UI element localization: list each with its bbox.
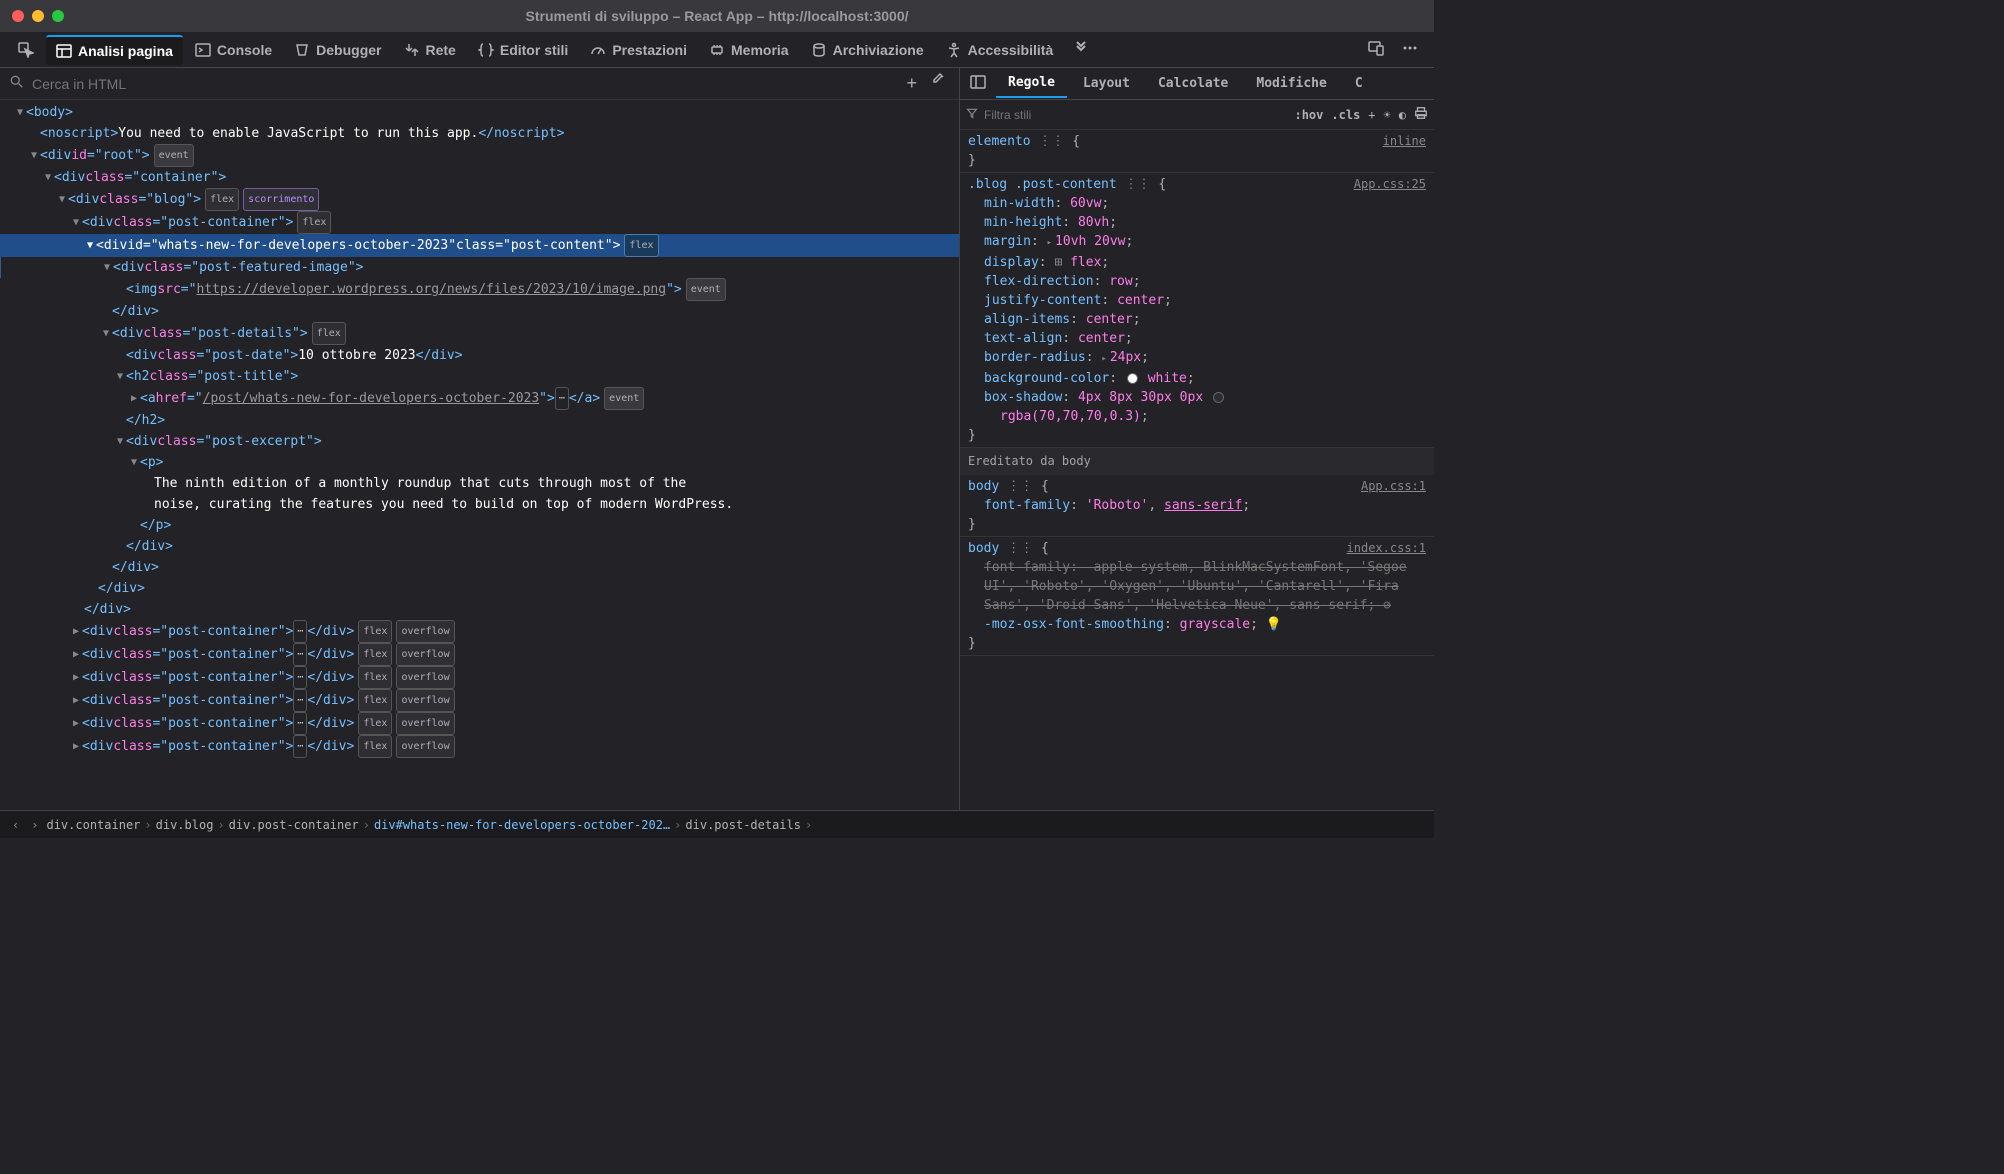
contrast-icon[interactable]: ◐ [1399, 108, 1406, 122]
hov-toggle[interactable]: :hov [1294, 108, 1323, 122]
performance-tab[interactable]: Prestazioni [580, 36, 697, 64]
responsive-mode-button[interactable] [1360, 34, 1392, 65]
layout-tab[interactable]: Layout [1071, 70, 1142, 97]
memory-tab[interactable]: Memoria [699, 36, 799, 64]
accessibility-tab[interactable]: Accessibilità [936, 36, 1064, 64]
network-icon [404, 42, 420, 58]
more-tab[interactable]: C [1343, 70, 1375, 97]
print-icon[interactable] [1414, 106, 1428, 123]
crumb-selected[interactable]: div#whats-new-for-developers-october-202… [374, 818, 670, 832]
network-tab[interactable]: Rete [394, 36, 466, 64]
filter-input[interactable] [984, 108, 1288, 122]
crumb-container[interactable]: div.container [46, 818, 140, 832]
performance-icon [590, 42, 606, 58]
filter-icon [966, 107, 978, 123]
console-icon [195, 42, 211, 58]
search-input[interactable] [28, 72, 898, 96]
inherited-header: Ereditato da body [960, 448, 1434, 475]
toolbar-overflow-button[interactable] [1065, 34, 1097, 65]
inspector-icon [56, 43, 72, 59]
style-editor-tab[interactable]: Editor stili [468, 36, 578, 64]
pick-element-icon [18, 42, 34, 58]
console-tab[interactable]: Console [185, 36, 282, 64]
storage-tab[interactable]: Archiviazione [801, 36, 934, 64]
inspector-tab[interactable]: Analisi pagina [46, 35, 183, 65]
main-area: + ▼<body> <noscript>You need to enable J… [0, 68, 1434, 810]
accessibility-label: Accessibilità [968, 42, 1054, 58]
memory-icon [709, 42, 725, 58]
window-title: Strumenti di sviluppo – React App – http… [526, 8, 909, 24]
breadcrumb-bar: ‹ › div.container › div.blog › div.post-… [0, 810, 1434, 838]
debugger-label: Debugger [316, 42, 381, 58]
maximize-window-button[interactable] [52, 10, 64, 22]
light-mode-icon[interactable]: ☀ [1384, 108, 1391, 122]
rules-tab[interactable]: Regole [996, 69, 1067, 98]
crumb-post-container[interactable]: div.post-container [229, 818, 359, 832]
minimize-window-button[interactable] [32, 10, 44, 22]
add-node-button[interactable]: + [906, 73, 917, 94]
computed-tab[interactable]: Calcolate [1146, 70, 1240, 97]
cls-toggle[interactable]: .cls [1331, 108, 1360, 122]
right-panel: Regole Layout Calcolate Modifiche C :hov… [959, 68, 1434, 810]
changes-tab[interactable]: Modifiche [1244, 70, 1338, 97]
close-window-button[interactable] [12, 10, 24, 22]
storage-icon [811, 42, 827, 58]
network-label: Rete [426, 42, 456, 58]
storage-label: Archiviazione [833, 42, 924, 58]
console-label: Console [217, 42, 272, 58]
rules-content[interactable]: elemento ⋮⋮ {inline } .blog .post-conten… [960, 130, 1434, 810]
performance-label: Prestazioni [612, 42, 687, 58]
inspector-label: Analisi pagina [78, 43, 173, 59]
titlebar: Strumenti di sviluppo – React App – http… [0, 0, 1434, 32]
debugger-icon [294, 42, 310, 58]
search-icon [6, 75, 28, 92]
debugger-tab[interactable]: Debugger [284, 36, 391, 64]
style-editor-label: Editor stili [500, 42, 568, 58]
right-tabs: Regole Layout Calcolate Modifiche C [960, 68, 1434, 100]
main-toolbar: Analisi pagina Console Debugger Rete Edi… [0, 32, 1434, 68]
traffic-lights [12, 10, 64, 22]
search-row: + [0, 68, 959, 100]
crumb-blog[interactable]: div.blog [156, 818, 214, 832]
dom-tree[interactable]: ▼<body> <noscript>You need to enable Jav… [0, 100, 959, 810]
style-editor-icon [478, 42, 494, 58]
selected-node: ▼<div id="whats-new-for-developers-octob… [0, 234, 959, 257]
filter-row: :hov .cls + ☀ ◐ [960, 100, 1434, 130]
add-rule-button[interactable]: + [1368, 108, 1375, 122]
layout-pane-toggle[interactable] [964, 68, 992, 100]
breadcrumb-prev[interactable]: ‹ [8, 818, 23, 832]
kebab-menu-button[interactable] [1394, 34, 1426, 65]
crumb-post-details[interactable]: div.post-details [685, 818, 801, 832]
pick-element-button[interactable] [8, 36, 44, 64]
memory-label: Memoria [731, 42, 789, 58]
accessibility-icon [946, 42, 962, 58]
left-panel: + ▼<body> <noscript>You need to enable J… [0, 68, 959, 810]
eyedropper-button[interactable] [929, 73, 945, 94]
breadcrumb-next[interactable]: › [27, 818, 42, 832]
